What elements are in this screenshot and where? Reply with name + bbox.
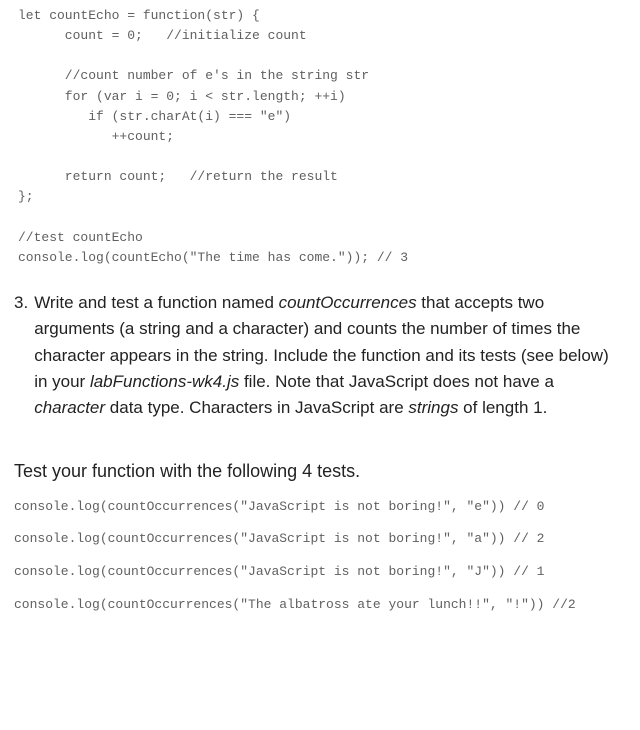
test-line: console.log(countOccurrences("JavaScript… <box>14 530 628 549</box>
question-number: 3. <box>14 290 28 316</box>
plain-text: file. Note that JavaScript does not have… <box>239 372 554 391</box>
code-example-block: let countEcho = function(str) { count = … <box>12 6 628 268</box>
plain-text: of length 1. <box>458 398 547 417</box>
question-body: Write and test a function named countOcc… <box>34 290 624 422</box>
plain-text: data type. Characters in JavaScript are <box>105 398 408 417</box>
italic-text: strings <box>408 398 458 417</box>
test-line: console.log(countOccurrences("JavaScript… <box>14 563 628 582</box>
question-3: 3. Write and test a function named count… <box>14 290 624 422</box>
italic-text: labFunctions-wk4.js <box>90 372 239 391</box>
tests-heading: Test your function with the following 4 … <box>14 458 628 484</box>
test-line: console.log(countOccurrences("JavaScript… <box>14 498 628 517</box>
test-line: console.log(countOccurrences("The albatr… <box>14 596 628 615</box>
italic-text: countOccurrences <box>279 293 417 312</box>
tests-list: console.log(countOccurrences("JavaScript… <box>12 498 628 615</box>
plain-text: Write and test a function named <box>34 293 278 312</box>
italic-text: character <box>34 398 105 417</box>
